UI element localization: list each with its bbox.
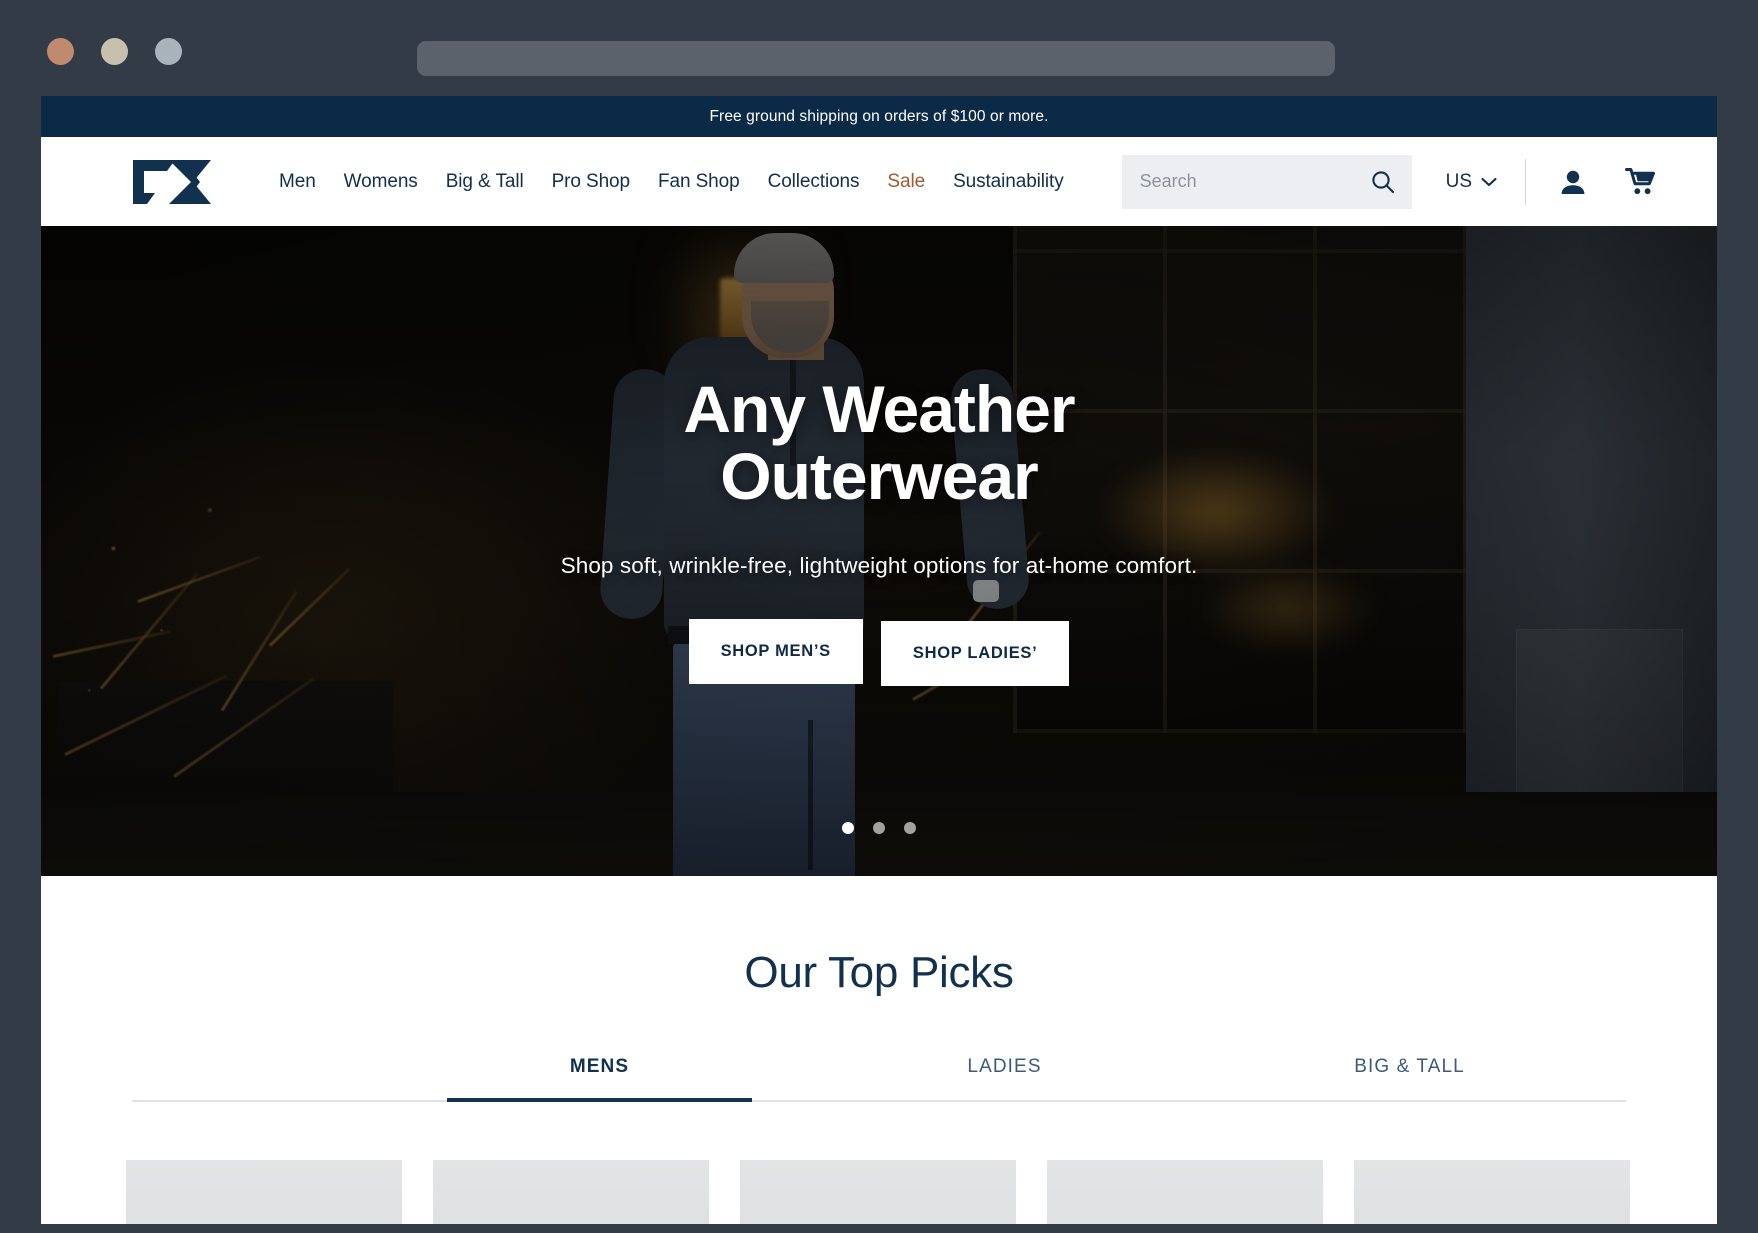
nav-item-big-and-tall[interactable]: Big & Tall — [432, 171, 538, 193]
product-card-grid — [126, 1160, 1632, 1224]
carousel-dot-2[interactable] — [873, 822, 885, 834]
carousel-dot-1[interactable] — [842, 822, 854, 834]
main-navigation: Men Womens Big & Tall Pro Shop Fan Shop … — [265, 171, 1078, 193]
nav-item-sustainability[interactable]: Sustainability — [939, 171, 1078, 193]
hero-content: Any Weather Outerwear Shop soft, wrinkle… — [41, 372, 1717, 686]
top-picks-section: Our Top Picks MENS LADIES BIG & TALL — [41, 876, 1717, 1224]
product-card[interactable] — [1047, 1160, 1323, 1224]
nav-item-men[interactable]: Men — [265, 171, 330, 193]
account-button[interactable] — [1556, 165, 1590, 199]
region-label: US — [1445, 170, 1473, 192]
nav-item-womens[interactable]: Womens — [330, 171, 432, 193]
user-icon — [1561, 170, 1585, 194]
product-image — [433, 1160, 709, 1224]
hero-title-line-2: Outerwear — [720, 439, 1038, 514]
hero-title-line-1: Any Weather — [683, 372, 1075, 446]
announcement-text: Free ground shipping on orders of $100 o… — [709, 107, 1049, 125]
browser-window: Free ground shipping on orders of $100 o… — [27, 8, 1731, 1224]
nav-item-pro-shop[interactable]: Pro Shop — [538, 171, 644, 193]
close-window-button[interactable] — [47, 38, 74, 65]
chevron-down-icon — [1481, 177, 1497, 186]
site-header: Men Womens Big & Tall Pro Shop Fan Shop … — [41, 137, 1717, 226]
maximize-window-button[interactable] — [155, 38, 182, 65]
address-bar[interactable] — [417, 41, 1335, 76]
carousel-dot-3[interactable] — [904, 822, 916, 834]
product-card[interactable] — [126, 1160, 402, 1224]
shop-mens-button[interactable]: SHOP MEN’S — [688, 618, 863, 684]
hero-title: Any Weather Outerwear — [41, 372, 1717, 514]
product-card[interactable] — [433, 1160, 709, 1224]
nav-item-collections[interactable]: Collections — [754, 171, 874, 193]
tab-ladies[interactable]: LADIES — [852, 1046, 1157, 1100]
cb-logo[interactable] — [131, 158, 217, 206]
product-image — [740, 1160, 1016, 1224]
cart-button[interactable] — [1624, 165, 1658, 199]
search-container — [1121, 154, 1412, 209]
tab-mens[interactable]: MENS — [447, 1046, 752, 1102]
header-divider — [1525, 158, 1527, 205]
carousel-dots — [41, 822, 1717, 834]
announcement-bar: Free ground shipping on orders of $100 o… — [41, 96, 1717, 137]
hero-subtitle: Shop soft, wrinkle-free, lightweight opt… — [560, 552, 1198, 578]
desktop-background: Free ground shipping on orders of $100 o… — [0, 0, 1758, 1233]
product-card[interactable] — [740, 1160, 1016, 1224]
minimize-window-button[interactable] — [101, 38, 128, 65]
search-icon — [1371, 170, 1394, 193]
hero-cta-group: SHOP MEN’S SHOP LADIES’ — [41, 618, 1717, 686]
page-viewport: Free ground shipping on orders of $100 o… — [41, 96, 1717, 1224]
top-picks-tabs: MENS LADIES BIG & TALL — [132, 1046, 1626, 1102]
browser-titlebar — [27, 8, 1731, 96]
window-controls — [47, 38, 182, 65]
product-image — [1047, 1160, 1323, 1224]
hero-carousel: Any Weather Outerwear Shop soft, wrinkle… — [41, 226, 1717, 876]
shopping-cart-icon — [1625, 167, 1656, 194]
shop-ladies-button[interactable]: SHOP LADIES’ — [880, 620, 1070, 686]
nav-item-fan-shop[interactable]: Fan Shop — [644, 171, 754, 193]
nav-item-sale[interactable]: Sale — [873, 171, 939, 193]
search-submit-button[interactable] — [1366, 165, 1400, 199]
tab-big-and-tall[interactable]: BIG & TALL — [1257, 1046, 1562, 1100]
product-image — [126, 1160, 402, 1224]
product-card[interactable] — [1354, 1160, 1630, 1224]
region-selector[interactable]: US — [1446, 171, 1497, 193]
top-picks-title: Our Top Picks — [744, 948, 1014, 997]
product-image — [1354, 1160, 1630, 1224]
